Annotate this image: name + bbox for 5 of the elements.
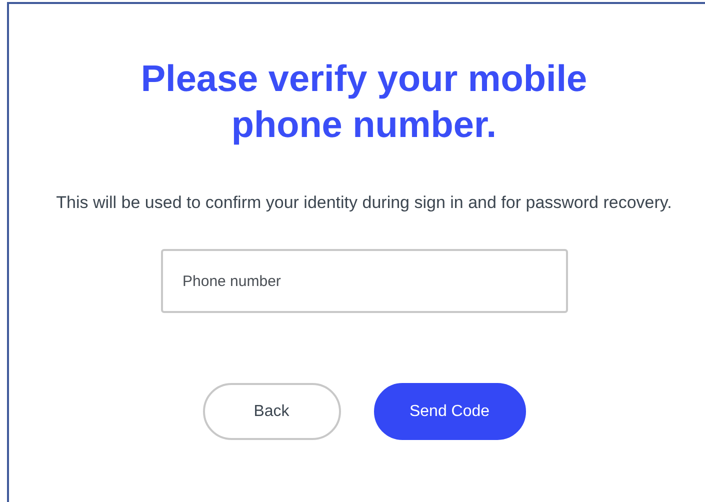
send-code-button[interactable]: Send Code (374, 383, 526, 440)
back-button[interactable]: Back (202, 383, 340, 440)
page-heading: Please verify your mobile phone number. (140, 57, 588, 147)
description-text: This will be used to confirm your identity during sign in and for password recovery. (55, 192, 673, 214)
phone-number-field[interactable]: Phone number (160, 249, 568, 313)
